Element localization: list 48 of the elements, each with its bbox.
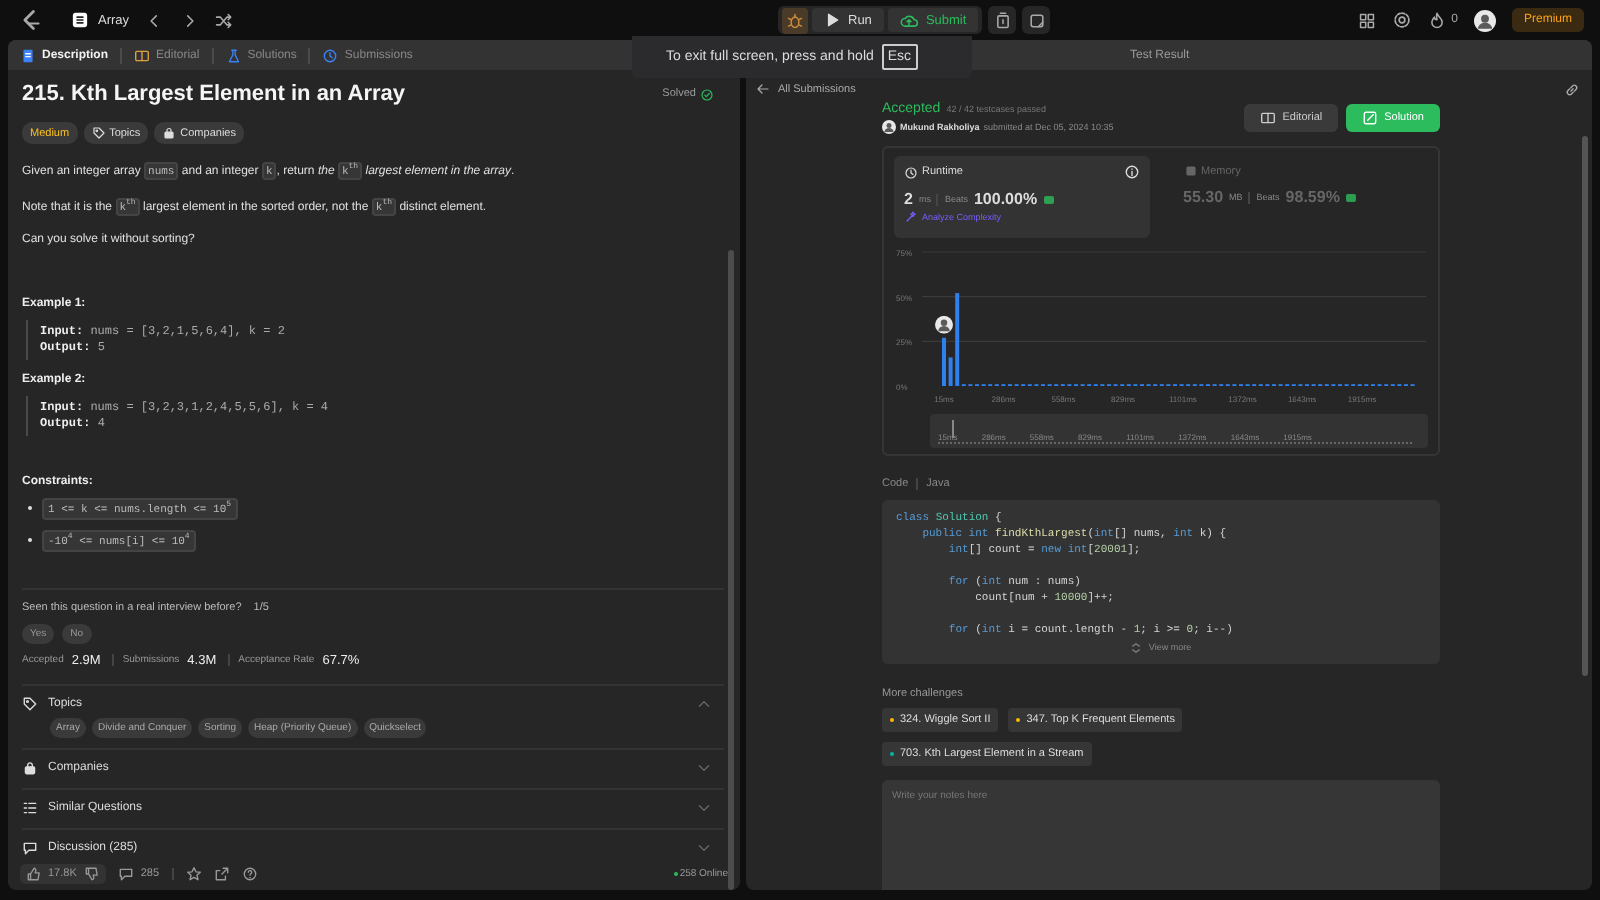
flask-icon xyxy=(225,47,242,63)
thumbs-up-icon xyxy=(26,865,42,881)
avatar xyxy=(1473,9,1496,31)
shuffle-icon[interactable] xyxy=(213,11,232,29)
clock-icon xyxy=(904,165,918,179)
list-icon xyxy=(70,10,90,30)
arrow-left-icon xyxy=(756,82,770,96)
share-icon[interactable] xyxy=(213,865,230,881)
book-icon xyxy=(1260,110,1277,126)
check-circle-icon xyxy=(700,87,714,101)
edit-icon xyxy=(1362,110,1379,126)
metric-value: 55.30 xyxy=(1183,188,1224,206)
expand-icon xyxy=(1130,642,1143,654)
problem-title: 215. Kth Largest Element in an Array xyxy=(22,82,406,106)
cloud-upload-icon xyxy=(899,11,918,29)
avatar xyxy=(882,120,896,134)
timer-button[interactable] xyxy=(988,6,1017,34)
book-icon xyxy=(134,47,151,63)
beats-percent: 100.00% xyxy=(973,190,1038,208)
tag-icon xyxy=(22,696,38,713)
range-handle[interactable] xyxy=(952,420,954,438)
tag-icon xyxy=(91,126,106,140)
note-icon xyxy=(1027,11,1046,29)
clock-icon xyxy=(322,47,339,63)
document-icon xyxy=(20,47,36,63)
bug-icon[interactable] xyxy=(782,7,808,33)
thumbs-down-icon[interactable] xyxy=(84,865,101,881)
badge-icon xyxy=(1345,193,1356,201)
grid-icon[interactable] xyxy=(1357,11,1376,29)
play-icon xyxy=(824,12,840,28)
comment-icon xyxy=(22,840,38,857)
link-icon[interactable] xyxy=(1564,81,1580,97)
list-icon xyxy=(22,800,38,817)
fire-icon xyxy=(1427,11,1446,29)
avatar xyxy=(935,315,953,334)
lock-icon xyxy=(22,760,38,777)
timer-icon xyxy=(993,11,1012,29)
comment-icon xyxy=(118,865,135,881)
badge-icon xyxy=(1043,195,1054,203)
beats-percent: 98.59% xyxy=(1285,188,1340,206)
star-icon[interactable] xyxy=(185,865,202,881)
help-icon[interactable] xyxy=(241,865,258,881)
metric-value: 2 xyxy=(904,190,913,208)
settings-icon[interactable] xyxy=(1391,10,1412,30)
info-icon[interactable] xyxy=(1123,164,1139,180)
note-button[interactable] xyxy=(1022,6,1051,34)
sparkle-icon xyxy=(904,210,918,224)
lock-icon xyxy=(162,126,177,140)
